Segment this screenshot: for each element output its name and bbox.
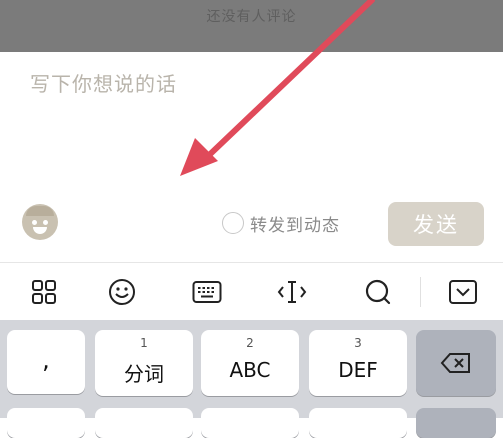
backspace-key[interactable] — [416, 330, 496, 396]
search-icon[interactable] — [363, 277, 393, 307]
keyboard: , 1 分词 2 ABC 3 DEF — [0, 320, 503, 438]
punct-key-lower[interactable] — [7, 408, 85, 438]
punct-key[interactable]: , — [7, 330, 85, 394]
keyboard-toolbar — [0, 262, 503, 320]
comments-overlay: 还没有人评论 — [0, 0, 503, 52]
comment-input[interactable] — [30, 68, 470, 178]
no-comments-text: 还没有人评论 — [206, 9, 297, 25]
comment-compose-panel: 转发到动态 发送 — [0, 52, 503, 262]
keyboard-icon[interactable] — [192, 277, 222, 307]
repost-radio[interactable] — [222, 212, 244, 234]
key-row2[interactable] — [201, 408, 299, 438]
backspace-icon — [440, 352, 472, 378]
send-button[interactable]: 发送 — [388, 202, 484, 246]
cursor-icon[interactable] — [277, 277, 307, 307]
key-1[interactable]: 1 分词 — [95, 330, 193, 396]
repost-toggle[interactable]: 转发到动态 — [222, 210, 340, 236]
grid-icon[interactable] — [29, 277, 59, 307]
collapse-keyboard-icon[interactable] — [448, 277, 478, 307]
toolbar-divider — [420, 277, 421, 307]
key-row2[interactable] — [95, 408, 193, 438]
key-row2[interactable] — [416, 408, 496, 438]
key-2[interactable]: 2 ABC — [201, 330, 299, 396]
emoji-face-icon[interactable] — [22, 204, 58, 240]
key-row2[interactable] — [309, 408, 407, 438]
emoji-icon[interactable] — [107, 277, 137, 307]
repost-label: 转发到动态 — [250, 215, 340, 236]
key-3[interactable]: 3 DEF — [309, 330, 407, 396]
